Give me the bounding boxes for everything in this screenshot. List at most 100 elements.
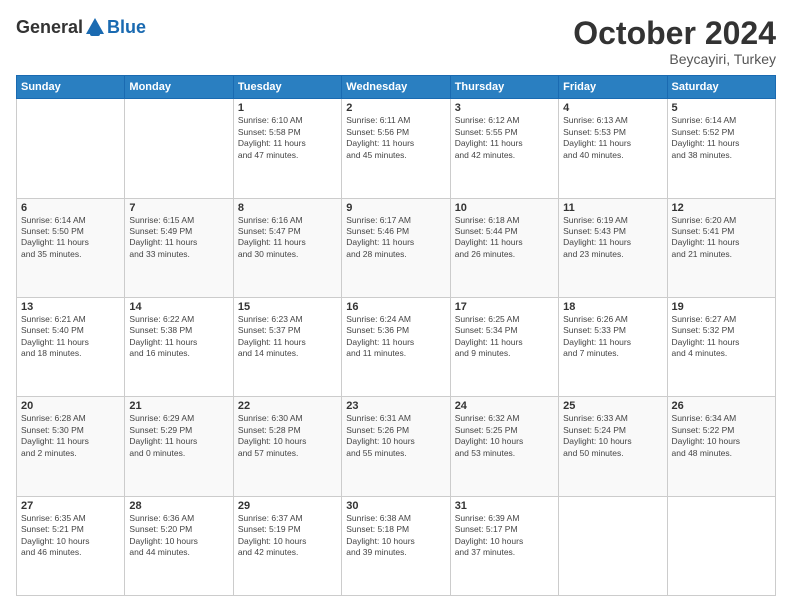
- cell-info: Sunrise: 6:20 AM Sunset: 5:41 PM Dayligh…: [672, 215, 771, 261]
- day-number: 8: [238, 202, 337, 214]
- calendar-cell-empty: [559, 496, 667, 595]
- calendar-week-row: 20Sunrise: 6:28 AM Sunset: 5:30 PM Dayli…: [17, 397, 776, 496]
- calendar-cell-day-10: 10Sunrise: 6:18 AM Sunset: 5:44 PM Dayli…: [450, 198, 558, 297]
- day-number: 15: [238, 301, 337, 313]
- day-header-friday: Friday: [559, 76, 667, 99]
- cell-info: Sunrise: 6:34 AM Sunset: 5:22 PM Dayligh…: [672, 413, 771, 459]
- cell-info: Sunrise: 6:15 AM Sunset: 5:49 PM Dayligh…: [129, 215, 228, 261]
- day-number: 23: [346, 400, 445, 412]
- day-header-thursday: Thursday: [450, 76, 558, 99]
- calendar-cell-day-8: 8Sunrise: 6:16 AM Sunset: 5:47 PM Daylig…: [233, 198, 341, 297]
- calendar-cell-empty: [667, 496, 775, 595]
- day-header-sunday: Sunday: [17, 76, 125, 99]
- calendar-cell-day-18: 18Sunrise: 6:26 AM Sunset: 5:33 PM Dayli…: [559, 297, 667, 396]
- calendar-cell-day-15: 15Sunrise: 6:23 AM Sunset: 5:37 PM Dayli…: [233, 297, 341, 396]
- cell-info: Sunrise: 6:16 AM Sunset: 5:47 PM Dayligh…: [238, 215, 337, 261]
- logo-general: General: [16, 17, 83, 38]
- calendar-cell-day-5: 5Sunrise: 6:14 AM Sunset: 5:52 PM Daylig…: [667, 99, 775, 198]
- day-number: 11: [563, 202, 662, 214]
- cell-info: Sunrise: 6:24 AM Sunset: 5:36 PM Dayligh…: [346, 314, 445, 360]
- day-number: 25: [563, 400, 662, 412]
- cell-info: Sunrise: 6:21 AM Sunset: 5:40 PM Dayligh…: [21, 314, 120, 360]
- calendar-cell-day-29: 29Sunrise: 6:37 AM Sunset: 5:19 PM Dayli…: [233, 496, 341, 595]
- calendar-cell-day-21: 21Sunrise: 6:29 AM Sunset: 5:29 PM Dayli…: [125, 397, 233, 496]
- day-header-tuesday: Tuesday: [233, 76, 341, 99]
- calendar-cell-day-20: 20Sunrise: 6:28 AM Sunset: 5:30 PM Dayli…: [17, 397, 125, 496]
- day-number: 13: [21, 301, 120, 313]
- day-header-wednesday: Wednesday: [342, 76, 450, 99]
- day-number: 14: [129, 301, 228, 313]
- calendar-week-row: 1Sunrise: 6:10 AM Sunset: 5:58 PM Daylig…: [17, 99, 776, 198]
- cell-info: Sunrise: 6:26 AM Sunset: 5:33 PM Dayligh…: [563, 314, 662, 360]
- day-number: 7: [129, 202, 228, 214]
- calendar-cell-day-7: 7Sunrise: 6:15 AM Sunset: 5:49 PM Daylig…: [125, 198, 233, 297]
- calendar-cell-day-9: 9Sunrise: 6:17 AM Sunset: 5:46 PM Daylig…: [342, 198, 450, 297]
- calendar-cell-empty: [125, 99, 233, 198]
- day-number: 9: [346, 202, 445, 214]
- calendar-cell-day-11: 11Sunrise: 6:19 AM Sunset: 5:43 PM Dayli…: [559, 198, 667, 297]
- calendar-cell-day-28: 28Sunrise: 6:36 AM Sunset: 5:20 PM Dayli…: [125, 496, 233, 595]
- cell-info: Sunrise: 6:33 AM Sunset: 5:24 PM Dayligh…: [563, 413, 662, 459]
- calendar-cell-day-14: 14Sunrise: 6:22 AM Sunset: 5:38 PM Dayli…: [125, 297, 233, 396]
- month-title: October 2024: [573, 16, 776, 51]
- cell-info: Sunrise: 6:39 AM Sunset: 5:17 PM Dayligh…: [455, 513, 554, 559]
- day-number: 16: [346, 301, 445, 313]
- calendar-week-row: 13Sunrise: 6:21 AM Sunset: 5:40 PM Dayli…: [17, 297, 776, 396]
- day-number: 19: [672, 301, 771, 313]
- day-number: 24: [455, 400, 554, 412]
- calendar-cell-day-6: 6Sunrise: 6:14 AM Sunset: 5:50 PM Daylig…: [17, 198, 125, 297]
- day-number: 18: [563, 301, 662, 313]
- cell-info: Sunrise: 6:38 AM Sunset: 5:18 PM Dayligh…: [346, 513, 445, 559]
- day-number: 20: [21, 400, 120, 412]
- calendar-cell-day-23: 23Sunrise: 6:31 AM Sunset: 5:26 PM Dayli…: [342, 397, 450, 496]
- cell-info: Sunrise: 6:11 AM Sunset: 5:56 PM Dayligh…: [346, 115, 445, 161]
- calendar-cell-day-17: 17Sunrise: 6:25 AM Sunset: 5:34 PM Dayli…: [450, 297, 558, 396]
- calendar-cell-day-31: 31Sunrise: 6:39 AM Sunset: 5:17 PM Dayli…: [450, 496, 558, 595]
- cell-info: Sunrise: 6:36 AM Sunset: 5:20 PM Dayligh…: [129, 513, 228, 559]
- day-number: 6: [21, 202, 120, 214]
- header: General Blue October 2024 Beycayiri, Tur…: [16, 16, 776, 67]
- cell-info: Sunrise: 6:12 AM Sunset: 5:55 PM Dayligh…: [455, 115, 554, 161]
- cell-info: Sunrise: 6:29 AM Sunset: 5:29 PM Dayligh…: [129, 413, 228, 459]
- cell-info: Sunrise: 6:17 AM Sunset: 5:46 PM Dayligh…: [346, 215, 445, 261]
- cell-info: Sunrise: 6:14 AM Sunset: 5:50 PM Dayligh…: [21, 215, 120, 261]
- cell-info: Sunrise: 6:18 AM Sunset: 5:44 PM Dayligh…: [455, 215, 554, 261]
- day-number: 10: [455, 202, 554, 214]
- logo: General Blue: [16, 16, 146, 38]
- calendar-cell-day-3: 3Sunrise: 6:12 AM Sunset: 5:55 PM Daylig…: [450, 99, 558, 198]
- logo-icon: [84, 16, 106, 38]
- calendar-cell-day-27: 27Sunrise: 6:35 AM Sunset: 5:21 PM Dayli…: [17, 496, 125, 595]
- day-number: 27: [21, 500, 120, 512]
- cell-info: Sunrise: 6:31 AM Sunset: 5:26 PM Dayligh…: [346, 413, 445, 459]
- calendar-cell-day-12: 12Sunrise: 6:20 AM Sunset: 5:41 PM Dayli…: [667, 198, 775, 297]
- day-number: 4: [563, 102, 662, 114]
- calendar-cell-day-22: 22Sunrise: 6:30 AM Sunset: 5:28 PM Dayli…: [233, 397, 341, 496]
- header-row: SundayMondayTuesdayWednesdayThursdayFrid…: [17, 76, 776, 99]
- cell-info: Sunrise: 6:10 AM Sunset: 5:58 PM Dayligh…: [238, 115, 337, 161]
- cell-info: Sunrise: 6:14 AM Sunset: 5:52 PM Dayligh…: [672, 115, 771, 161]
- cell-info: Sunrise: 6:32 AM Sunset: 5:25 PM Dayligh…: [455, 413, 554, 459]
- day-number: 17: [455, 301, 554, 313]
- logo-text: General Blue: [16, 16, 146, 38]
- cell-info: Sunrise: 6:35 AM Sunset: 5:21 PM Dayligh…: [21, 513, 120, 559]
- day-number: 29: [238, 500, 337, 512]
- calendar-cell-day-26: 26Sunrise: 6:34 AM Sunset: 5:22 PM Dayli…: [667, 397, 775, 496]
- day-number: 30: [346, 500, 445, 512]
- cell-info: Sunrise: 6:37 AM Sunset: 5:19 PM Dayligh…: [238, 513, 337, 559]
- day-header-monday: Monday: [125, 76, 233, 99]
- calendar-cell-day-4: 4Sunrise: 6:13 AM Sunset: 5:53 PM Daylig…: [559, 99, 667, 198]
- cell-info: Sunrise: 6:22 AM Sunset: 5:38 PM Dayligh…: [129, 314, 228, 360]
- calendar-cell-day-16: 16Sunrise: 6:24 AM Sunset: 5:36 PM Dayli…: [342, 297, 450, 396]
- day-number: 1: [238, 102, 337, 114]
- logo-blue: Blue: [107, 17, 146, 38]
- cell-info: Sunrise: 6:27 AM Sunset: 5:32 PM Dayligh…: [672, 314, 771, 360]
- title-area: October 2024 Beycayiri, Turkey: [573, 16, 776, 67]
- cell-info: Sunrise: 6:19 AM Sunset: 5:43 PM Dayligh…: [563, 215, 662, 261]
- calendar-table: SundayMondayTuesdayWednesdayThursdayFrid…: [16, 75, 776, 596]
- day-number: 12: [672, 202, 771, 214]
- location-title: Beycayiri, Turkey: [573, 51, 776, 67]
- calendar-cell-day-1: 1Sunrise: 6:10 AM Sunset: 5:58 PM Daylig…: [233, 99, 341, 198]
- day-number: 3: [455, 102, 554, 114]
- day-number: 31: [455, 500, 554, 512]
- page: General Blue October 2024 Beycayiri, Tur…: [0, 0, 792, 612]
